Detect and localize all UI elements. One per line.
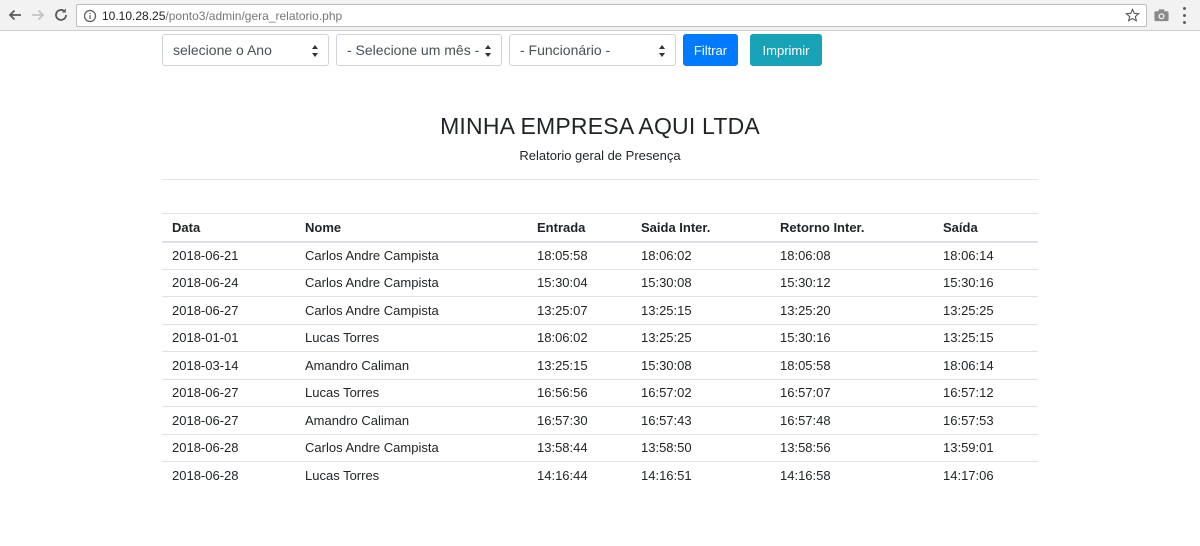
cell-name: Carlos Andre Campista: [295, 434, 527, 462]
cell-entry: 14:16:44: [537, 468, 588, 483]
cell-date: 2018-06-27: [162, 406, 295, 435]
table-row: 2018-06-27 Lucas Torres 16:56:56 16:57:02 16…: [162, 379, 1038, 407]
browser-toolbar: 10.10.28.25/ponto3/admin/gera_relatorio.…: [0, 0, 1200, 31]
table-row: 2018-06-27 Amandro Caliman 16:57:30 16:57:4…: [162, 406, 1038, 435]
employee-select[interactable]: - Funcionário -: [509, 34, 676, 66]
cell-break-return: 16:57:07: [770, 379, 933, 407]
info-icon[interactable]: [82, 8, 98, 24]
cell-break-out: 15:30:08: [631, 351, 770, 380]
column-header-entry: Entrada: [527, 213, 631, 243]
cell-break-out: 18:06:02: [631, 241, 770, 270]
divider: [162, 179, 1038, 180]
cell-exit: 14:17:06: [943, 468, 994, 483]
cell-break-out: 15:30:08: [631, 269, 770, 297]
cell-break-return: 16:57:48: [770, 406, 933, 435]
column-header-break-return: Retorno Inter.: [770, 213, 933, 243]
cell-break-out: 16:57:43: [631, 406, 770, 435]
cell-break-return: 13:25:20: [770, 296, 933, 325]
back-icon[interactable]: [5, 5, 25, 25]
cell-exit: 18:06:14: [933, 241, 1038, 270]
table-row: 2018-06-27 Carlos Andre Campista 13:25:07 1…: [162, 296, 1038, 325]
cell-name: Lucas Torres: [305, 468, 380, 483]
cell-exit: 13:25:25: [933, 296, 1038, 325]
table-row: 2018-06-24 Carlos Andre Campista 15:30:04 1…: [162, 269, 1038, 297]
cell-exit: 16:57:53: [933, 406, 1038, 435]
cell-entry: 13:25:07: [527, 296, 631, 325]
cell-break-out: 13:58:50: [631, 434, 770, 462]
year-select[interactable]: selecione o Ano: [162, 34, 329, 66]
reload-icon[interactable]: [51, 5, 71, 25]
cell-name: Amandro Caliman: [295, 406, 527, 435]
cell-break-out: 13:25:15: [631, 296, 770, 325]
cell-break-out: 14:16:51: [641, 468, 692, 483]
cell-entry: 13:58:44: [527, 434, 631, 462]
cell-entry: 16:57:30: [527, 406, 631, 435]
cell-entry: 18:05:58: [527, 241, 631, 270]
cell-break-return: 18:05:58: [770, 351, 933, 380]
report-subtitle: Relatorio geral de Presença: [519, 148, 681, 163]
cell-date: 2018-06-21: [162, 241, 295, 270]
table-row: 2018-06-21 Carlos Andre Campista 18:05:58 1…: [162, 241, 1038, 270]
cell-date: 2018-01-01: [162, 324, 295, 352]
cell-date: 2018-06-28: [172, 468, 239, 483]
select-caret-icon: [485, 45, 491, 57]
cell-entry: 15:30:04: [527, 269, 631, 297]
cell-date: 2018-06-24: [162, 269, 295, 297]
table-header-row: Data Nome Entrada Saida Inter. Retorno I…: [162, 213, 1038, 243]
attendance-table: Data Nome Entrada Saida Inter. Retorno I…: [162, 213, 1038, 489]
cell-exit: 18:06:14: [933, 351, 1038, 380]
cell-break-return: 15:30:12: [770, 269, 933, 297]
cell-break-out: 13:25:25: [631, 324, 770, 352]
url-text: 10.10.28.25/ponto3/admin/gera_relatorio.…: [102, 9, 342, 23]
table-row: 2018-01-01 Lucas Torres 18:06:02 13:25:25 15…: [162, 324, 1038, 352]
cell-date: 2018-03-14: [162, 351, 295, 380]
select-caret-icon: [312, 45, 318, 57]
cell-break-return: 13:58:56: [770, 434, 933, 462]
year-select-value: selecione o Ano: [173, 42, 272, 58]
column-header-date: Data: [162, 213, 295, 243]
cell-exit: 15:30:16: [933, 269, 1038, 297]
cell-entry: 16:56:56: [527, 379, 631, 407]
filter-button[interactable]: Filtrar: [683, 34, 738, 66]
star-icon[interactable]: [1125, 8, 1140, 23]
table-row: 2018-06-28 Lucas Torres 14:16:44 14:16:51 14…: [162, 462, 1038, 490]
cell-break-return: 15:30:16: [770, 324, 933, 352]
cell-entry: 13:25:15: [527, 351, 631, 380]
cell-entry: 18:06:02: [527, 324, 631, 352]
cell-exit: 13:59:01: [933, 434, 1038, 462]
cell-date: 2018-06-27: [162, 379, 295, 407]
cell-break-return: 14:16:58: [780, 468, 831, 483]
url-path: /ponto3/admin/gera_relatorio.php: [165, 8, 343, 23]
table-row: 2018-06-28 Carlos Andre Campista 13:58:44 1…: [162, 434, 1038, 462]
cell-name: Carlos Andre Campista: [295, 241, 527, 270]
month-select[interactable]: - Selecione um mês -: [336, 34, 502, 66]
cell-date: 2018-06-27: [162, 296, 295, 325]
cell-date: 2018-06-28: [162, 434, 295, 462]
menu-icon[interactable]: [1181, 7, 1187, 24]
cell-name: Amandro Caliman: [295, 351, 527, 380]
cell-break-out: 16:57:02: [631, 379, 770, 407]
table-row: 2018-03-14 Amandro Caliman 13:25:15 15:30:0…: [162, 351, 1038, 380]
column-header-name: Nome: [295, 213, 527, 243]
forward-icon[interactable]: [28, 5, 48, 25]
company-name: MINHA EMPRESA AQUI LTDA: [440, 113, 760, 139]
column-header-exit: Saída: [933, 213, 1038, 243]
url-host: 10.10.28.25: [102, 8, 166, 23]
cell-name: Lucas Torres: [295, 324, 527, 352]
cell-name: Carlos Andre Campista: [295, 269, 527, 297]
month-select-value: - Selecione um mês -: [347, 42, 480, 58]
cell-name: Lucas Torres: [295, 379, 527, 407]
address-bar[interactable]: 10.10.28.25/ponto3/admin/gera_relatorio.…: [76, 4, 1147, 27]
camera-icon[interactable]: [1153, 7, 1170, 24]
column-header-break-out: Saida Inter.: [631, 213, 770, 243]
select-caret-icon: [659, 45, 665, 57]
cell-name: Carlos Andre Campista: [295, 296, 527, 325]
cell-break-return: 18:06:08: [770, 241, 933, 270]
cell-exit: 13:25:15: [933, 324, 1038, 352]
print-button[interactable]: Imprimir: [750, 34, 822, 66]
cell-exit: 16:57:12: [933, 379, 1038, 407]
employee-select-value: - Funcionário -: [520, 42, 611, 58]
